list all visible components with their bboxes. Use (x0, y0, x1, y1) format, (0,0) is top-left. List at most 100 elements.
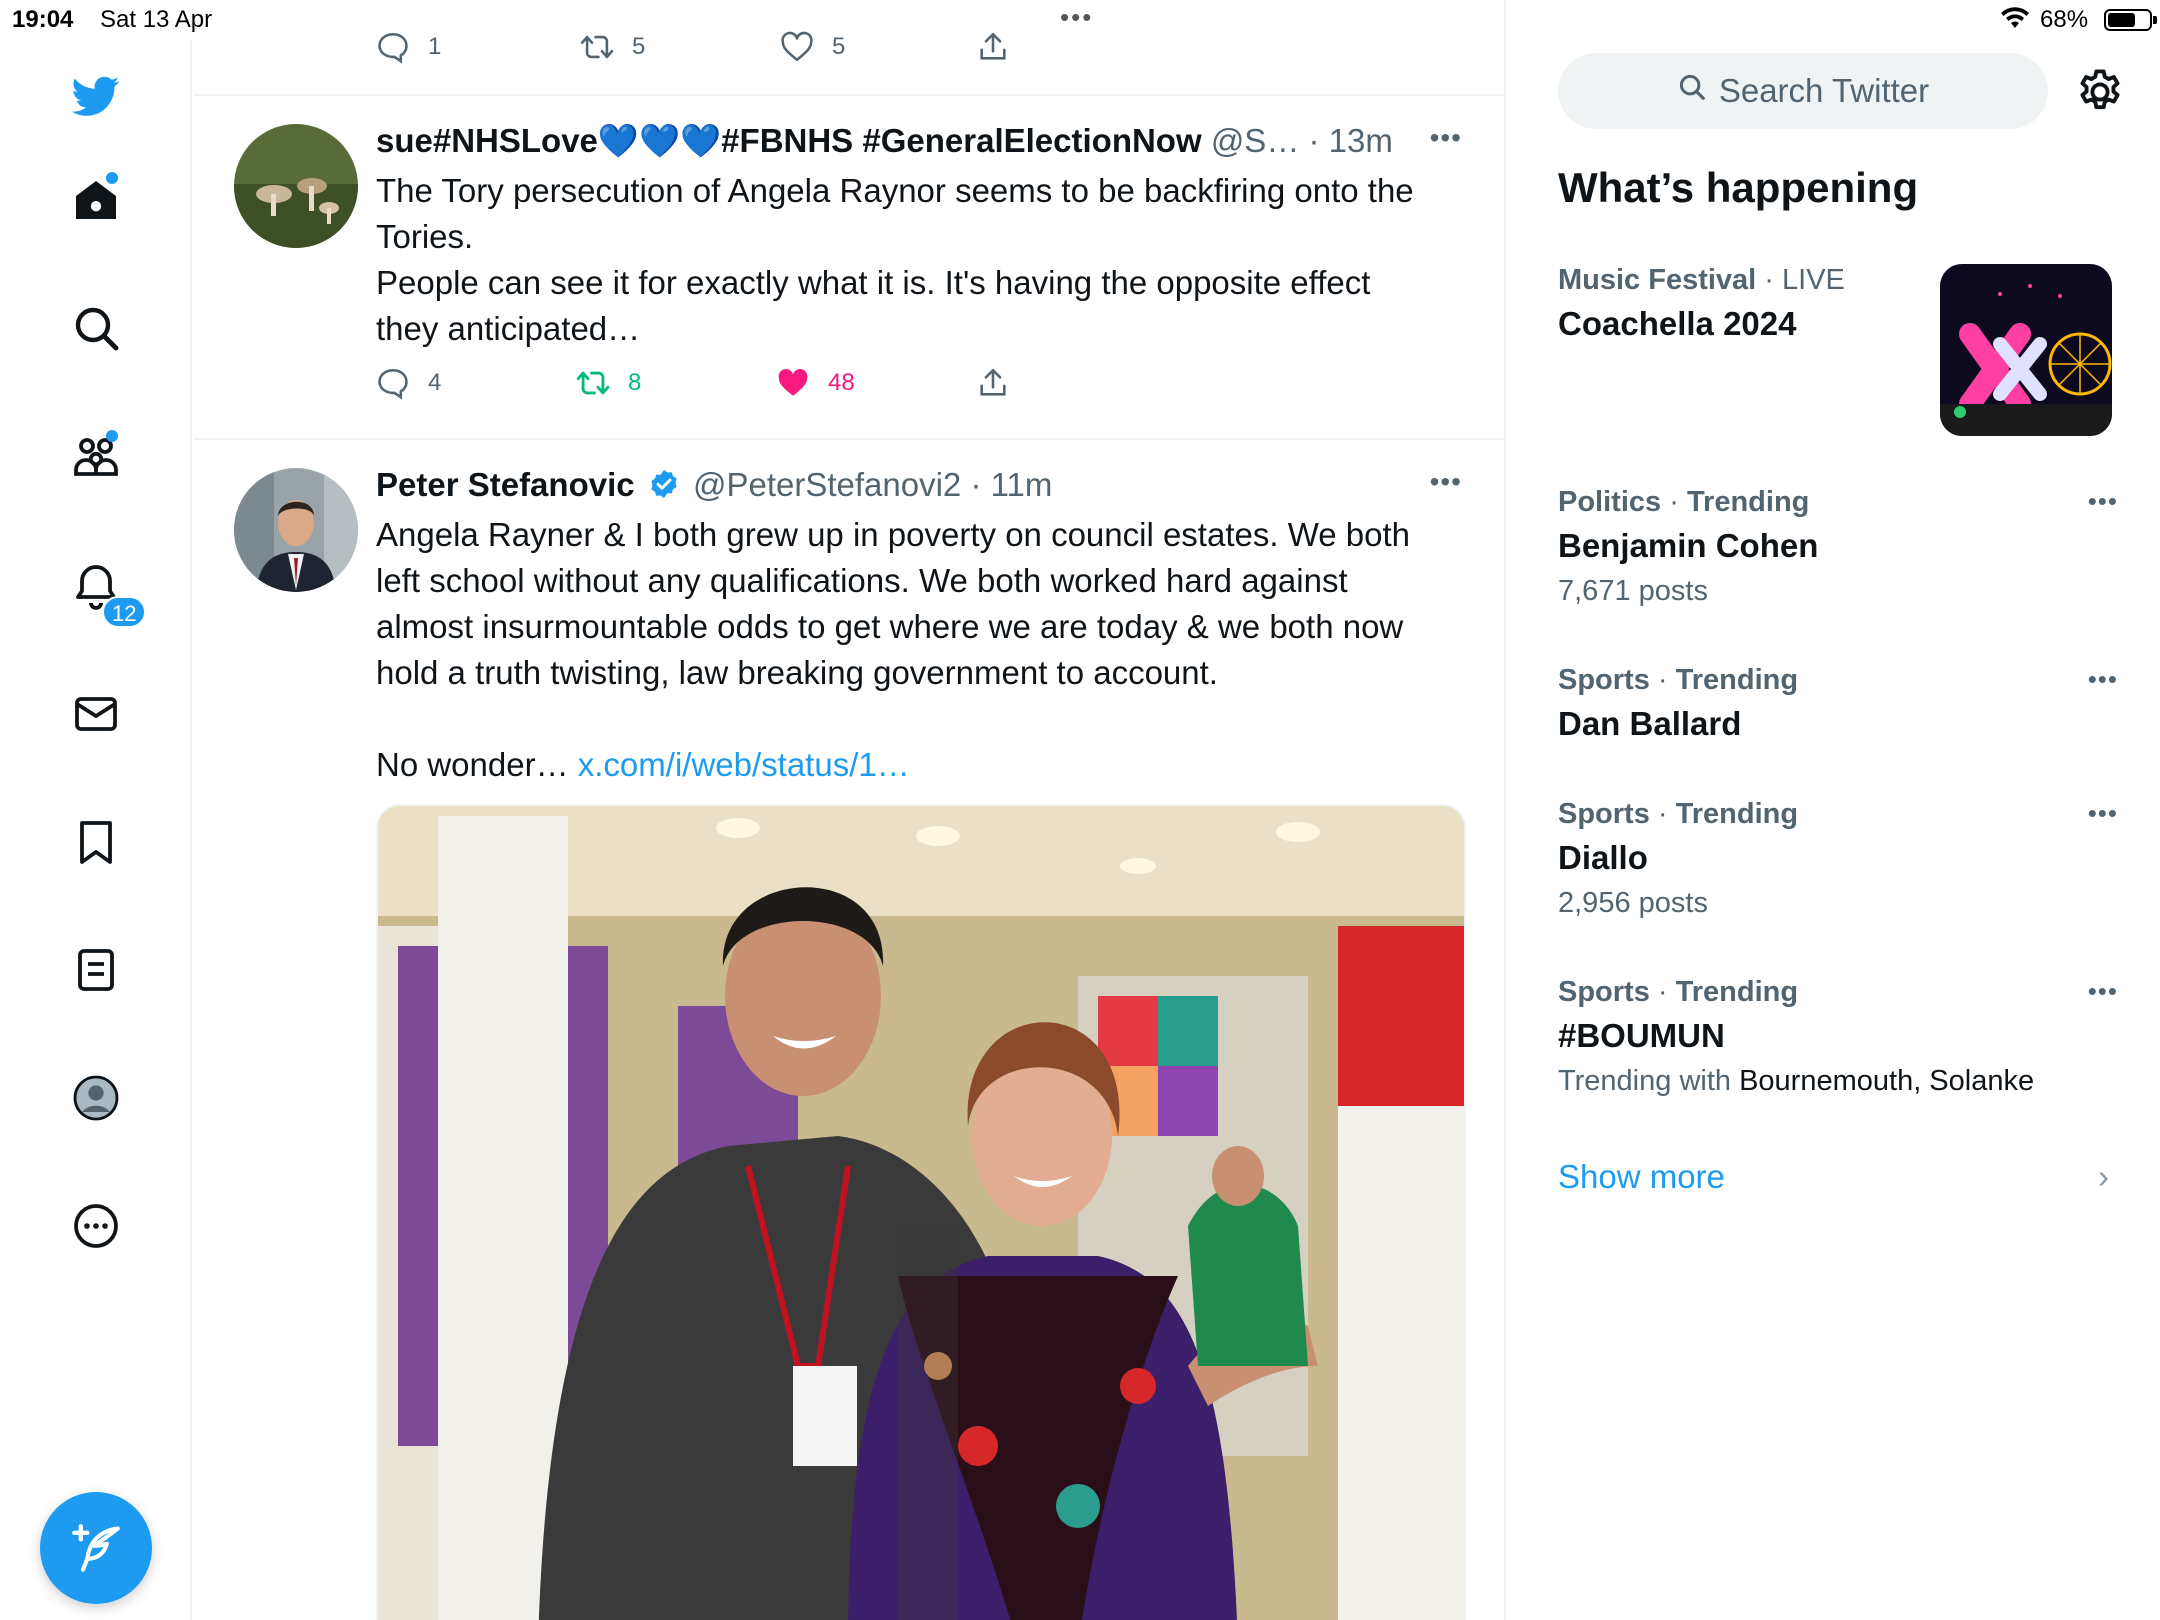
tweet-link[interactable]: x.com/i/web/status/1… (578, 746, 910, 783)
tweet-header: Peter Stefanovic @PeterStefanovi2 · 11m (376, 466, 1052, 508)
twitter-logo-icon[interactable] (66, 66, 126, 126)
trends-sidebar: Search Twitter What’s happening Music Fe… (1508, 40, 2160, 1620)
search-placeholder: Search Twitter (1718, 72, 1930, 109)
battery-icon (2104, 9, 2157, 31)
share-icon (980, 368, 1006, 396)
trend-status: Trending (1675, 664, 1799, 696)
reply-count: 4 (428, 369, 442, 396)
trend-separator: · (1649, 798, 1676, 830)
tweet-author-name[interactable]: sue#NHSLove💙💙💙#FBNHS #GeneralElectionNow (376, 122, 1202, 159)
tweet-text-line: People can see it for exactly what it is… (376, 264, 1371, 301)
trend-category: Politics (1558, 486, 1662, 518)
trend-item[interactable]: Sports · Trending Dan Ballard ••• (1558, 664, 2118, 743)
trend-name: #BOUMUN (1558, 1017, 1725, 1054)
profile-avatar-icon[interactable] (66, 1068, 126, 1128)
trend-status: Trending (1675, 976, 1799, 1008)
tweet-text-line: hold a truth twisting, law breaking gove… (376, 654, 1218, 691)
trend-more-button[interactable]: ••• (2088, 976, 2118, 1007)
trend-with-prefix: Trending with (1558, 1065, 1740, 1097)
like-button[interactable]: 48 (776, 366, 855, 400)
tweet-avatar[interactable] (234, 468, 358, 592)
tweet-author-name[interactable]: Peter Stefanovic (376, 466, 635, 503)
tweet-sue[interactable]: sue#NHSLove💙💙💙#FBNHS #GeneralElectionNow… (194, 96, 1504, 440)
lists-icon[interactable] (66, 940, 126, 1000)
tweet-header: sue#NHSLove💙💙💙#FBNHS #GeneralElectionNow… (376, 122, 1393, 161)
trend-more-button[interactable]: ••• (2088, 486, 2118, 517)
tweet-text-line: left school without any qualifications. … (376, 562, 1348, 599)
tweet-text: Angela Rayner & I both grew up in povert… (376, 512, 1466, 788)
tweet-more-button[interactable]: ••• (1430, 122, 1462, 154)
trend-item[interactable]: Sports · Trending Diallo 2,956 posts ••• (1558, 798, 2118, 920)
tweet-author-handle[interactable]: @PeterStefanovi2 (693, 466, 961, 503)
tweet-text-tail: No wonder… (376, 746, 569, 783)
tweet-peter-stefanovic[interactable]: Peter Stefanovic @PeterStefanovi2 · 11m … (194, 440, 1504, 1620)
trend-name: Benjamin Cohen (1558, 527, 1819, 564)
trend-more-button[interactable]: ••• (2088, 664, 2118, 695)
trend-status: Trending (1686, 486, 1810, 518)
reply-count: 1 (428, 33, 442, 60)
retweet-icon (580, 35, 614, 59)
settings-gear-icon[interactable] (2074, 66, 2126, 118)
trend-name: Dan Ballard (1558, 705, 1742, 742)
reply-icon (378, 32, 408, 64)
trend-thumbnail-image[interactable] (1940, 264, 2112, 436)
trend-category: Sports (1558, 976, 1650, 1008)
tweet-text-line: Tories. (376, 218, 474, 255)
trend-item[interactable]: Sports · Trending #BOUMUN Trending with … (1558, 976, 2118, 1098)
trend-category: Sports (1558, 664, 1650, 696)
retweet-button[interactable]: 5 (580, 30, 645, 64)
home-new-dot (106, 172, 118, 184)
retweet-button[interactable]: 8 (576, 366, 641, 400)
trend-post-count: 2,956 posts (1558, 887, 1708, 919)
trend-item[interactable]: Politics · Trending Benjamin Cohen 7,671… (1558, 486, 2118, 608)
like-button[interactable]: 5 (780, 30, 845, 64)
show-more-link[interactable]: Show more (1558, 1158, 1725, 1196)
battery-percent: 68% (2040, 6, 2089, 33)
retweet-count: 8 (628, 369, 642, 396)
trend-status: Trending (1675, 798, 1799, 830)
search-icon[interactable] (66, 298, 126, 358)
trend-post-count: 7,671 posts (1558, 575, 1708, 607)
trend-more-button[interactable]: ••• (2088, 798, 2118, 829)
share-icon (980, 32, 1006, 60)
chevron-right-icon: › (2098, 1158, 2109, 1195)
search-icon (1677, 72, 1707, 110)
trend-separator: · (1649, 976, 1676, 1008)
tweet-actions: 4 8 48 (376, 366, 1276, 406)
tweet-text-line: they anticipated… (376, 310, 641, 347)
like-count: 5 (832, 33, 846, 60)
tweet-avatar[interactable] (234, 124, 358, 248)
tweet-text-line: The Tory persecution of Angela Raynor se… (376, 172, 1414, 209)
tweet-time[interactable]: · 11m (970, 466, 1052, 503)
tweet-partial[interactable]: 1 5 5 (194, 0, 1504, 96)
share-button[interactable] (976, 30, 1010, 64)
messages-icon[interactable] (66, 684, 126, 744)
tweet-time[interactable]: · 13m (1309, 122, 1393, 159)
trend-name: Diallo (1558, 839, 1648, 876)
trend-status: LIVE (1782, 264, 1845, 296)
retweet-icon (576, 371, 610, 395)
tweet-media-photo[interactable] (376, 804, 1466, 1620)
bookmarks-icon[interactable] (66, 812, 126, 872)
home-timeline: 1 5 5 sue#NHSLove💙💙💙#FBNHS #GeneralElect… (194, 0, 1506, 1620)
tweet-text: The Tory persecution of Angela Raynor se… (376, 168, 1466, 352)
share-button[interactable] (976, 366, 1010, 400)
tweet-text-line: Angela Rayner & I both grew up in povert… (376, 516, 1410, 553)
tweet-actions: 1 5 5 (376, 30, 1276, 70)
retweet-count: 5 (632, 33, 646, 60)
compose-tweet-button[interactable] (40, 1492, 152, 1604)
search-input[interactable]: Search Twitter (1558, 53, 2048, 129)
reply-button[interactable]: 1 (376, 30, 441, 64)
more-options-icon[interactable] (66, 1196, 126, 1256)
trend-separator: · (1661, 486, 1687, 518)
tweet-text-line: almost insurmountable odds to get where … (376, 608, 1404, 645)
reply-button[interactable]: 4 (376, 366, 441, 400)
trend-category: Sports (1558, 798, 1650, 830)
trend-category: Music Festival (1558, 264, 1757, 296)
tweet-author-handle[interactable]: @S… (1211, 122, 1300, 159)
tweet-more-button[interactable]: ••• (1430, 466, 1462, 498)
status-time: 19:04 (12, 6, 74, 33)
communities-new-dot (106, 430, 118, 442)
heart-filled-icon (778, 368, 808, 396)
trend-separator: · (1756, 264, 1783, 296)
